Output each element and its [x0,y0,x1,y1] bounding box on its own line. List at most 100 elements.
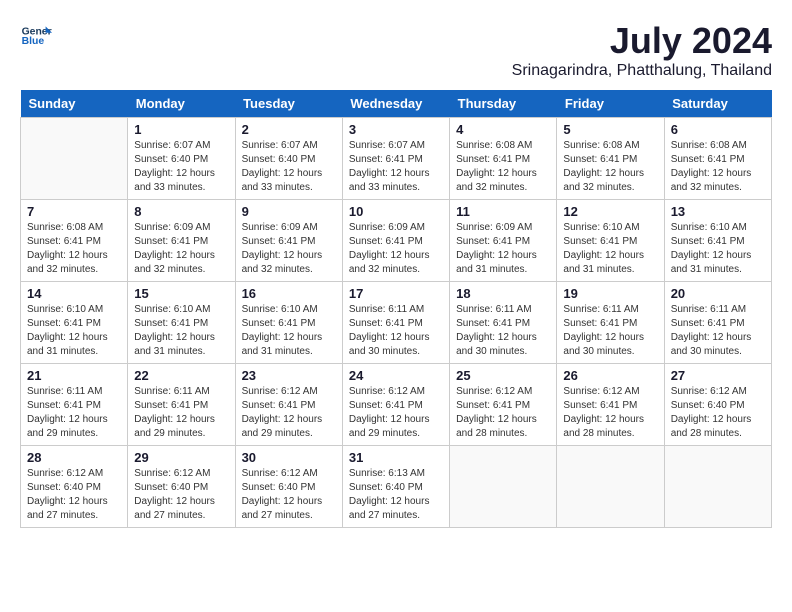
day-number: 26 [563,368,657,383]
calendar-week-row: 28 Sunrise: 6:12 AMSunset: 6:40 PMDayligh… [21,446,772,528]
calendar-day-cell: 15 Sunrise: 6:10 AMSunset: 6:41 PMDayligh… [128,282,235,364]
day-number: 23 [242,368,336,383]
calendar-day-cell: 10 Sunrise: 6:09 AMSunset: 6:41 PMDayligh… [342,200,449,282]
day-number: 30 [242,450,336,465]
calendar-day-cell: 29 Sunrise: 6:12 AMSunset: 6:40 PMDayligh… [128,446,235,528]
day-info: Sunrise: 6:12 AMSunset: 6:40 PMDaylight:… [242,467,336,523]
day-info: Sunrise: 6:12 AMSunset: 6:41 PMDaylight:… [456,385,550,441]
calendar-day-cell: 14 Sunrise: 6:10 AMSunset: 6:41 PMDayligh… [21,282,128,364]
day-info: Sunrise: 6:12 AMSunset: 6:41 PMDaylight:… [242,385,336,441]
calendar-day-cell: 23 Sunrise: 6:12 AMSunset: 6:41 PMDayligh… [235,364,342,446]
calendar-day-cell [21,118,128,200]
calendar-day-cell: 26Sunrise: 6:12 AMSunset: 6:41 PMDayligh… [557,364,664,446]
day-info: Sunrise: 6:08 AMSunset: 6:41 PMDaylight:… [671,139,765,195]
calendar-day-cell: 21 Sunrise: 6:11 AMSunset: 6:41 PMDayligh… [21,364,128,446]
day-info: Sunrise: 6:09 AMSunset: 6:41 PMDaylight:… [134,221,228,277]
calendar-week-row: 7 Sunrise: 6:08 AMSunset: 6:41 PMDaylight… [21,200,772,282]
day-info: Sunrise: 6:08 AMSunset: 6:41 PMDaylight:… [27,221,121,277]
calendar-day-cell: 8 Sunrise: 6:09 AMSunset: 6:41 PMDaylight… [128,200,235,282]
day-info: Sunrise: 6:11 AMSunset: 6:41 PMDaylight:… [27,385,121,441]
day-info: Sunrise: 6:11 AMSunset: 6:41 PMDaylight:… [671,303,765,359]
calendar-day-cell: 2 Sunrise: 6:07 AMSunset: 6:40 PMDaylight… [235,118,342,200]
calendar-week-row: 1 Sunrise: 6:07 AMSunset: 6:40 PMDaylight… [21,118,772,200]
day-info: Sunrise: 6:07 AMSunset: 6:40 PMDaylight:… [134,139,228,195]
calendar-day-cell: 5 Sunrise: 6:08 AMSunset: 6:41 PMDaylight… [557,118,664,200]
day-number: 2 [242,122,336,137]
day-number: 7 [27,204,121,219]
day-info: Sunrise: 6:09 AMSunset: 6:41 PMDaylight:… [242,221,336,277]
calendar-day-cell: 11Sunrise: 6:09 AMSunset: 6:41 PMDayligh… [450,200,557,282]
day-info: Sunrise: 6:11 AMSunset: 6:41 PMDaylight:… [456,303,550,359]
calendar-header-row: SundayMondayTuesdayWednesdayThursdayFrid… [21,90,772,118]
day-number: 15 [134,286,228,301]
title-section: July 2024 Srinagarindra, Phatthalung, Th… [512,20,772,80]
calendar-header-cell: Tuesday [235,90,342,118]
day-number: 10 [349,204,443,219]
day-number: 22 [134,368,228,383]
day-info: Sunrise: 6:08 AMSunset: 6:41 PMDaylight:… [456,139,550,195]
day-number: 17 [349,286,443,301]
calendar-header-cell: Monday [128,90,235,118]
day-number: 6 [671,122,765,137]
day-info: Sunrise: 6:12 AMSunset: 6:40 PMDaylight:… [134,467,228,523]
calendar-day-cell: 24 Sunrise: 6:12 AMSunset: 6:41 PMDayligh… [342,364,449,446]
day-info: Sunrise: 6:12 AMSunset: 6:41 PMDaylight:… [349,385,443,441]
day-number: 18 [456,286,550,301]
day-info: Sunrise: 6:11 AMSunset: 6:41 PMDaylight:… [134,385,228,441]
day-number: 28 [27,450,121,465]
svg-text:Blue: Blue [22,36,45,47]
calendar-day-cell: 27 Sunrise: 6:12 AMSunset: 6:40 PMDayligh… [664,364,771,446]
day-number: 25 [456,368,550,383]
calendar-day-cell [450,446,557,528]
day-number: 21 [27,368,121,383]
day-info: Sunrise: 6:08 AMSunset: 6:41 PMDaylight:… [563,139,657,195]
day-info: Sunrise: 6:07 AMSunset: 6:41 PMDaylight:… [349,139,443,195]
day-number: 19 [563,286,657,301]
calendar-day-cell: 3 Sunrise: 6:07 AMSunset: 6:41 PMDaylight… [342,118,449,200]
day-number: 29 [134,450,228,465]
main-title: July 2024 [512,20,772,62]
day-number: 12 [563,204,657,219]
day-number: 14 [27,286,121,301]
day-info: Sunrise: 6:10 AMSunset: 6:41 PMDaylight:… [134,303,228,359]
day-info: Sunrise: 6:12 AMSunset: 6:40 PMDaylight:… [671,385,765,441]
calendar-day-cell: 16Sunrise: 6:10 AMSunset: 6:41 PMDayligh… [235,282,342,364]
day-number: 5 [563,122,657,137]
day-info: Sunrise: 6:09 AMSunset: 6:41 PMDaylight:… [349,221,443,277]
day-number: 1 [134,122,228,137]
header: General Blue July 2024 Srinagarindra, Ph… [20,20,772,80]
calendar-day-cell [664,446,771,528]
calendar-day-cell: 31 Sunrise: 6:13 AMSunset: 6:40 PMDayligh… [342,446,449,528]
day-info: Sunrise: 6:10 AMSunset: 6:41 PMDaylight:… [563,221,657,277]
calendar-day-cell: 20 Sunrise: 6:11 AMSunset: 6:41 PMDayligh… [664,282,771,364]
calendar-day-cell: 19 Sunrise: 6:11 AMSunset: 6:41 PMDayligh… [557,282,664,364]
day-number: 27 [671,368,765,383]
calendar-day-cell: 1 Sunrise: 6:07 AMSunset: 6:40 PMDaylight… [128,118,235,200]
day-info: Sunrise: 6:11 AMSunset: 6:41 PMDaylight:… [349,303,443,359]
calendar-day-cell: 13Sunrise: 6:10 AMSunset: 6:41 PMDayligh… [664,200,771,282]
day-number: 3 [349,122,443,137]
calendar-day-cell: 18 Sunrise: 6:11 AMSunset: 6:41 PMDayligh… [450,282,557,364]
subtitle: Srinagarindra, Phatthalung, Thailand [512,62,772,80]
day-info: Sunrise: 6:07 AMSunset: 6:40 PMDaylight:… [242,139,336,195]
day-number: 31 [349,450,443,465]
day-info: Sunrise: 6:10 AMSunset: 6:41 PMDaylight:… [671,221,765,277]
calendar-header-cell: Wednesday [342,90,449,118]
day-info: Sunrise: 6:12 AMSunset: 6:40 PMDaylight:… [27,467,121,523]
calendar-header-cell: Saturday [664,90,771,118]
day-info: Sunrise: 6:11 AMSunset: 6:41 PMDaylight:… [563,303,657,359]
calendar-day-cell: 9Sunrise: 6:09 AMSunset: 6:41 PMDaylight… [235,200,342,282]
calendar-day-cell: 7 Sunrise: 6:08 AMSunset: 6:41 PMDaylight… [21,200,128,282]
day-info: Sunrise: 6:13 AMSunset: 6:40 PMDaylight:… [349,467,443,523]
calendar-day-cell [557,446,664,528]
calendar-day-cell: 12 Sunrise: 6:10 AMSunset: 6:41 PMDayligh… [557,200,664,282]
calendar-header-cell: Friday [557,90,664,118]
calendar-day-cell: 17 Sunrise: 6:11 AMSunset: 6:41 PMDayligh… [342,282,449,364]
day-number: 24 [349,368,443,383]
logo-icon: General Blue [20,20,52,52]
calendar-day-cell: 6 Sunrise: 6:08 AMSunset: 6:41 PMDaylight… [664,118,771,200]
day-number: 20 [671,286,765,301]
day-number: 8 [134,204,228,219]
calendar-day-cell: 30 Sunrise: 6:12 AMSunset: 6:40 PMDayligh… [235,446,342,528]
day-info: Sunrise: 6:10 AMSunset: 6:41 PMDaylight:… [27,303,121,359]
